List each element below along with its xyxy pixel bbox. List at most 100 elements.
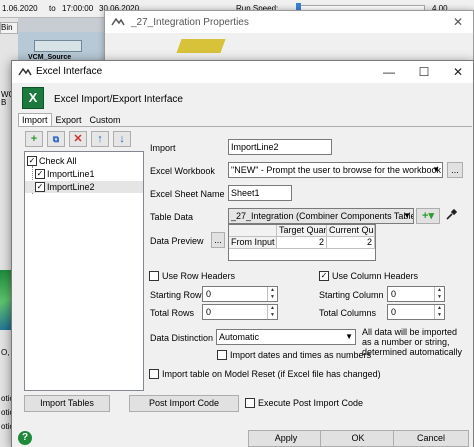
properties-titlebar: _27_Integration Properties (105, 11, 473, 33)
grid-column-header: Target Quant (277, 225, 327, 237)
data-distinction-label: Data Distinction (150, 333, 214, 343)
use-row-headers-checkbox[interactable] (149, 271, 159, 281)
workbook-label: Excel Workbook (150, 166, 215, 176)
importline2-checkbox[interactable]: ✓ (35, 182, 45, 192)
check-all-label: Check All (39, 156, 77, 166)
add-icon[interactable]: + (25, 131, 43, 147)
maximize-icon[interactable]: ☐ (410, 63, 438, 81)
list-item[interactable]: ✓ ImportLine1 (35, 168, 95, 180)
cancel-button[interactable]: Cancel (393, 430, 469, 447)
import-on-reset-label: Import table on Model Reset (if Excel fi… (162, 369, 381, 379)
table-data-label: Table Data (150, 212, 194, 222)
dialog-button-bar: ? Apply OK Cancel (12, 427, 473, 447)
check-all-checkbox[interactable]: ✓ (27, 156, 37, 166)
plus-icon: +▾ (422, 210, 434, 222)
move-down-icon[interactable]: ↓ (113, 131, 131, 147)
data-preview-label: Data Preview (150, 236, 204, 246)
apply-button[interactable]: Apply (248, 430, 324, 447)
spin-arrows-icon[interactable]: ▲ ▼ (434, 287, 444, 301)
starting-column-label: Starting Column (319, 290, 384, 300)
tab-export[interactable]: Export (52, 113, 86, 127)
minimize-icon[interactable]: — (375, 63, 403, 81)
chevron-down-icon[interactable]: ▼ (345, 330, 353, 344)
help-icon[interactable]: ? (18, 431, 32, 445)
model-view: VCM_Source (18, 32, 110, 62)
to-label: to (49, 4, 56, 13)
chevron-down-icon[interactable]: ▼ (403, 209, 411, 223)
workbook-value: "NEW" - Prompt the user to browse for th… (231, 165, 443, 175)
use-column-headers-checkbox[interactable]: ✓ (319, 271, 329, 281)
date-from[interactable]: 1.06.2020 (2, 4, 38, 13)
close-icon[interactable]: ✕ (453, 15, 463, 29)
browse-workbook-button[interactable]: ... (447, 162, 463, 178)
excel-interface-dialog: Excel Interface — ☐ ✕ X Excel Import/Exp… (11, 60, 474, 447)
duplicate-icon[interactable]: ⧉ (47, 131, 65, 147)
grid-column-header: Current Quar (327, 225, 375, 237)
data-distinction-note: All data will be imported as a number or… (362, 327, 463, 357)
data-distinction-combo[interactable]: Automatic ▼ (216, 329, 356, 345)
add-table-button[interactable]: +▾ (416, 208, 440, 224)
close-icon[interactable]: ✕ (444, 63, 472, 81)
table-data-combo[interactable]: _27_Integration (Combiner Components Tab… (228, 208, 414, 224)
grid-cell: 2 (277, 237, 327, 249)
grid-cell: 2 (327, 237, 375, 249)
data-preview-grid[interactable]: Target Quant Current Quar From Input P 2… (228, 224, 376, 261)
import-dates-checkbox[interactable] (217, 350, 227, 360)
list-item-check-all[interactable]: ✓ Check All (27, 155, 77, 167)
import-on-reset-checkbox[interactable] (149, 369, 159, 379)
total-columns-stepper[interactable]: 0 ▲ ▼ (387, 304, 445, 320)
tab-bar: Import Export Custom (18, 113, 125, 127)
sheet-name-field[interactable]: Sheet1 (228, 185, 292, 201)
data-preview-button[interactable]: ... (211, 232, 225, 248)
dialog-title: Excel Interface (36, 66, 103, 77)
workbook-combo[interactable]: "NEW" - Prompt the user to browse for th… (228, 162, 443, 178)
move-up-icon[interactable]: ↑ (91, 131, 109, 147)
execute-post-import-option[interactable]: Execute Post Import Code (245, 398, 363, 408)
use-column-headers-option[interactable]: ✓ Use Column Headers (319, 271, 418, 281)
starting-row-stepper[interactable]: 0 ▲ ▼ (202, 286, 278, 302)
starting-column-stepper[interactable]: 0 ▲ ▼ (387, 286, 445, 302)
starting-column-value: 0 (391, 289, 397, 299)
background-tab[interactable]: Bin (0, 22, 18, 34)
total-rows-value: 0 (206, 307, 212, 317)
tab-custom[interactable]: Custom (86, 113, 125, 127)
use-row-headers-label: Use Row Headers (162, 271, 236, 281)
import-dates-option[interactable]: Import dates and times as numbers (217, 350, 371, 360)
total-rows-stepper[interactable]: 0 ▲ ▼ (202, 304, 278, 320)
use-column-headers-label: Use Column Headers (332, 271, 419, 281)
table-data-value: _27_Integration (Combiner Components Tab… (231, 211, 414, 221)
list-item-label: ImportLine1 (47, 169, 95, 179)
execute-post-import-checkbox[interactable] (245, 398, 255, 408)
spin-arrows-icon[interactable]: ▲ ▼ (267, 287, 277, 301)
grid-corner (229, 225, 277, 237)
use-row-headers-option[interactable]: Use Row Headers (149, 271, 235, 281)
import-on-reset-option[interactable]: Import table on Model Reset (if Excel fi… (149, 369, 381, 379)
import-name-field[interactable]: ImportLine2 (228, 139, 332, 155)
eyedropper-icon (446, 208, 458, 220)
spin-arrows-icon[interactable]: ▲ ▼ (267, 305, 277, 319)
chevron-down-icon[interactable]: ▼ (432, 163, 440, 177)
excel-icon: X (22, 87, 44, 109)
delete-icon[interactable]: ✕ (69, 131, 87, 147)
import-dates-label: Import dates and times as numbers (230, 350, 372, 360)
ok-button[interactable]: OK (320, 430, 396, 447)
starting-row-label: Starting Row (150, 290, 202, 300)
post-import-code-button[interactable]: Post Import Code (129, 395, 239, 412)
import-tables-button[interactable]: Import Tables (24, 395, 110, 412)
eyedropper-button[interactable] (443, 208, 459, 224)
spin-arrows-icon[interactable]: ▲ ▼ (434, 305, 444, 319)
total-columns-label: Total Columns (319, 308, 377, 318)
properties-preview-object (176, 39, 226, 53)
dialog-content: X Excel Import/Export Interface Import E… (12, 83, 473, 447)
time-to[interactable]: 17:00:00 (62, 4, 93, 13)
list-item-selected[interactable]: ✓ ImportLine2 (25, 181, 143, 193)
model-object[interactable] (34, 40, 82, 52)
import-list[interactable]: ✓ Check All ✓ ImportLine1 ✓ ImportLine2 (24, 151, 144, 391)
import-label: Import (150, 143, 176, 153)
total-rows-label: Total Rows (150, 308, 195, 318)
importline1-checkbox[interactable]: ✓ (35, 169, 45, 179)
flexsim-icon (18, 67, 32, 76)
tab-import[interactable]: Import (18, 113, 52, 127)
side-fragment: B (1, 98, 7, 107)
sheet-label: Excel Sheet Name (150, 189, 225, 199)
